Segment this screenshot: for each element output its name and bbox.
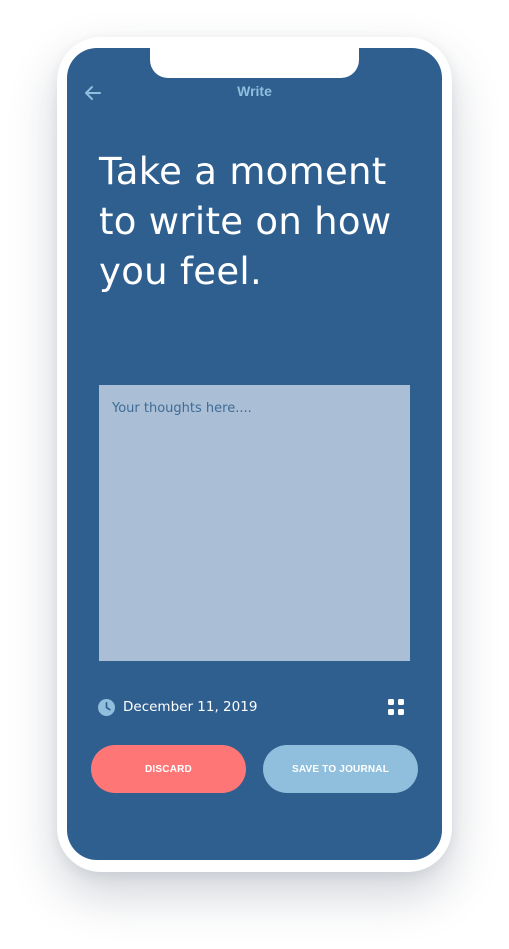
- clock-icon: [98, 698, 115, 716]
- device-notch: [150, 48, 359, 78]
- discard-button[interactable]: DISCARD: [91, 745, 246, 793]
- date-row: December 11, 2019: [98, 697, 257, 717]
- save-to-journal-button[interactable]: SAVE TO JOURNAL: [263, 745, 418, 793]
- write-screen: Write Take a moment to write on how you …: [67, 48, 442, 860]
- grid-icon: [388, 699, 404, 715]
- entry-date: December 11, 2019: [123, 699, 258, 715]
- journal-entry-input[interactable]: [99, 385, 410, 661]
- page-title: Write: [237, 83, 272, 99]
- menu-button[interactable]: [385, 696, 407, 718]
- headline: Take a moment to write on how you feel.: [99, 150, 392, 293]
